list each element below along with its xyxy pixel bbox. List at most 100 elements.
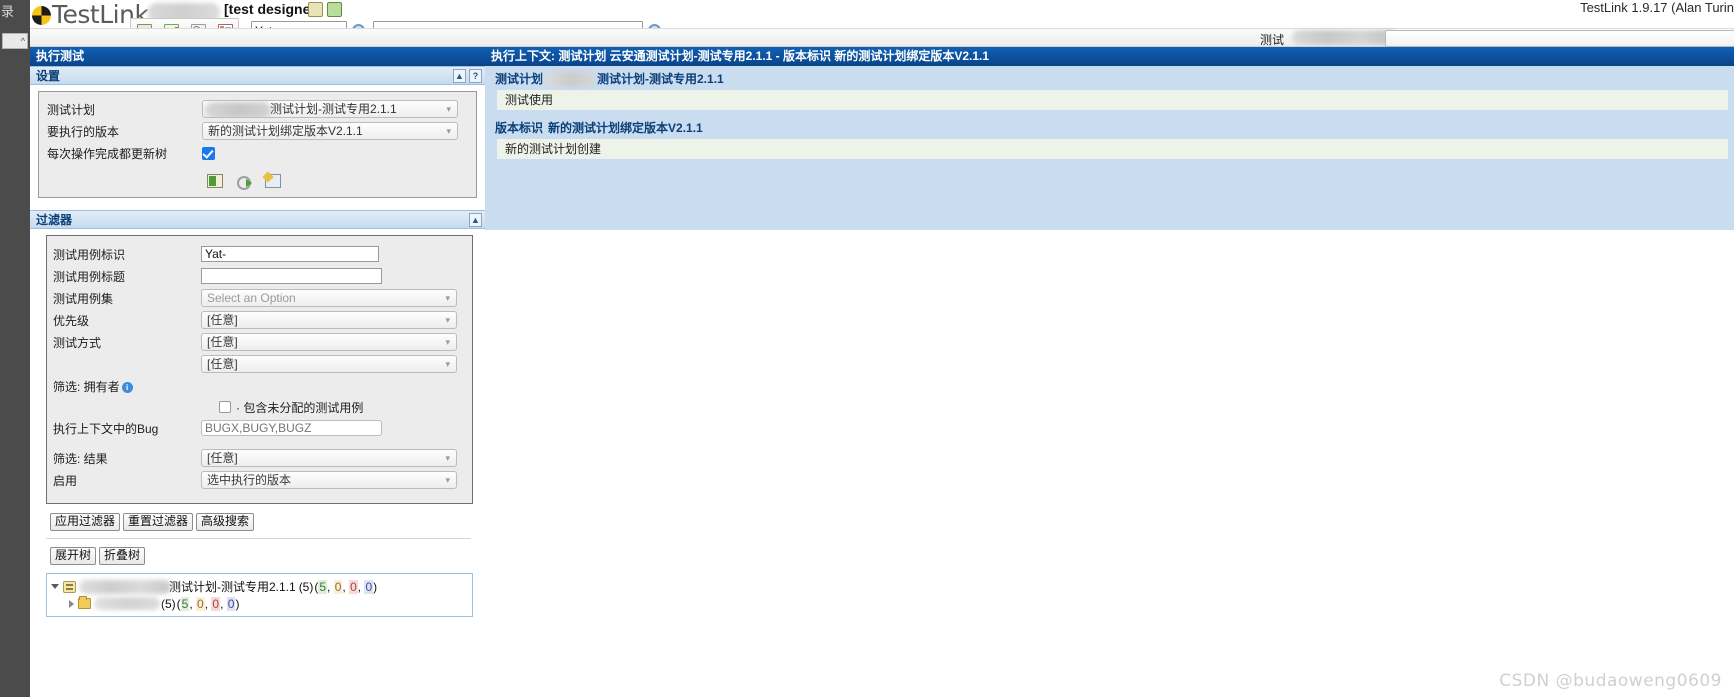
extra-select[interactable]: [任意] ▾ [201,355,457,373]
owner-label-text: 筛选: 拥有者 [53,379,120,394]
export-icon[interactable] [207,174,223,188]
priority-select[interactable]: [任意] ▾ [201,311,457,329]
tree-node-name-redacted [79,579,171,594]
chevron-down-icon: ▾ [446,126,451,136]
filter-buttons: 应用过滤器 重置过滤器 高级搜索 [30,504,485,531]
settings-body: 测试计划 测试计划-测试专用2.1.1 ▾ 要执行的版本 新的测试计划绑定版本V… [38,91,477,198]
owner-label: 筛选: 拥有者 i [53,378,201,395]
filter-row-tc-suite: 测试用例集 Select an Option ▾ [47,287,472,309]
project-selector-row: 测试 ⌄ [30,28,1734,47]
project-name-redacted [1292,30,1397,45]
testplan-select[interactable]: 测试计划-测试专用2.1.1 ▾ [202,100,458,118]
bugs-input[interactable] [201,420,382,436]
build-select-value: 新的测试计划绑定版本V2.1.1 [208,124,363,138]
extra-value: [任意] [207,357,238,371]
filter-section-header: 过滤器 ▲ [30,210,485,229]
execution-context-body: 测试计划 测试计划-测试专用2.1.1 测试使用 版本标识 新的测试计划绑定版本… [485,66,1734,230]
testplan-label: 测试计划 [47,102,96,117]
tree-child-count-passed: 5 [180,596,190,611]
settings-section-header: 设置 ▲ ? [30,66,485,85]
testplan-block-heading: 测试计划 测试计划-测试专用2.1.1 [491,70,1728,88]
settings-row-refreshtree: 每次操作完成都更新树 [47,142,468,164]
execution-type-label: 测试方式 [53,335,102,350]
build-block-heading: 版本标识 新的测试计划绑定版本V2.1.1 [491,119,1728,137]
gutter-text: 录 [1,4,14,19]
testplan-block-body: 测试使用 [497,90,1728,110]
testplan-block-name-redacted [545,71,596,87]
gutter-collapse-button[interactable]: ^ [2,33,28,49]
tree-node-child[interactable]: (5) (5, 0, 0, 0) [51,595,472,612]
filter-row-tc-id: 测试用例标识 [47,243,472,265]
tree-node-root[interactable]: 测试计划-测试专用2.1.1 (5) (5, 0, 0, 0) [51,578,472,595]
filter-row-owner: 筛选: 拥有者 i [47,375,472,397]
priority-value: [任意] [207,313,238,327]
priority-label: 优先级 [53,313,90,328]
tree-count-failed: 0 [333,579,343,594]
result-label: 筛选: 结果 [53,451,108,466]
tree-count-notrun: 0 [364,579,374,594]
info-icon[interactable]: i [121,381,133,393]
tc-id-input[interactable] [201,246,379,262]
tree-node-root-label: 测试计划-测试专用2.1.1 [169,580,296,594]
expand-tree-button[interactable]: 展开树 [50,547,97,565]
enable-value: 选中执行的版本 [207,473,292,487]
chevron-down-icon: ▾ [445,453,450,463]
reset-filter-button[interactable]: 重置过滤器 [123,513,194,531]
advanced-search-button[interactable]: 高级搜索 [196,513,255,531]
result-select[interactable]: [任意] ▾ [201,449,457,467]
tree-node-child-total: (5) [161,596,176,611]
testplan-block-prefix: 测试计划 [495,72,544,86]
chevron-down-icon: ▾ [445,293,450,303]
tree-count-blocked: 0 [349,579,358,594]
filter-row-priority: 优先级 [任意] ▾ [47,309,472,331]
filter-collapse-button[interactable]: ▲ [469,213,482,227]
project-select[interactable]: ⌄ [1385,30,1734,47]
tc-suite-select[interactable]: Select an Option ▾ [201,289,457,307]
settings-help-button[interactable]: ? [469,69,482,83]
apply-filter-button[interactable]: 应用过滤器 [50,513,121,531]
collapse-tree-button[interactable]: 折叠树 [99,547,146,565]
filter-row-unassigned: · 包含未分配的测试用例 [47,397,472,417]
filter-row-tc-title: 测试用例标题 [47,265,472,287]
filter-section-title: 过滤器 [36,213,73,227]
left-panel: 执行测试 设置 ▲ ? 测试计划 测试计划-测试专用2.1.1 ▾ 要执行的版本 [30,47,485,697]
left-panel-title: 执行测试 [30,47,485,66]
chevron-down-icon: ▾ [445,337,450,347]
tree-child-name-redacted [94,597,160,610]
settings-section-title: 设置 [36,69,61,83]
execution-type-select[interactable]: [任意] ▾ [201,333,457,351]
build-block-prefix: 版本标识 [495,121,544,135]
tc-title-label: 测试用例标题 [53,269,126,284]
chevron-down-icon: ▾ [446,104,451,114]
project-label: 测试 [1260,33,1285,47]
tree-node-root-total: (5) [298,579,314,594]
refresh-icon[interactable] [236,174,252,190]
watermark: CSDN @budaoweng0609 [1499,671,1722,691]
tree-count-passed: 5 [318,579,328,594]
build-label: 要执行的版本 [47,124,120,139]
execution-type-value: [任意] [207,335,238,349]
include-unassigned-checkbox[interactable] [219,401,231,413]
filter-row-bugs: 执行上下文中的Bug [47,417,472,439]
enable-select[interactable]: 选中执行的版本 ▾ [201,471,457,489]
filter-row-extra: [任意] ▾ [47,353,472,375]
build-block-body: 新的测试计划创建 [497,139,1728,159]
build-select[interactable]: 新的测试计划绑定版本V2.1.1 ▾ [202,122,458,140]
testplan-icon [63,580,76,593]
chevron-down-icon: ▾ [445,315,450,325]
execution-context-bar: 执行上下文: 测试计划 云安通测试计划-测试专用2.1.1 - 版本标识 新的测… [485,47,1734,66]
folder-icon [78,596,91,609]
settings-collapse-button[interactable]: ▲ [453,69,466,83]
tc-title-input[interactable] [201,268,382,284]
refresh-tree-label: 每次操作完成都更新树 [47,146,168,161]
tc-suite-label: 测试用例集 [53,291,114,306]
browser-left-gutter: 录 ^ [0,0,30,697]
filter-row-enable: 启用 选中执行的版本 ▾ [47,469,472,491]
chevron-down-icon[interactable] [51,584,59,589]
tree-buttons: 展开树 折叠树 [30,539,485,565]
chevron-right-icon[interactable] [69,599,74,608]
result-value: [任意] [207,451,238,465]
refresh-tree-checkbox[interactable] [202,146,215,160]
print-icon[interactable] [265,174,281,188]
app-version-label: TestLink 1.9.17 (Alan Turin [1580,0,1734,15]
